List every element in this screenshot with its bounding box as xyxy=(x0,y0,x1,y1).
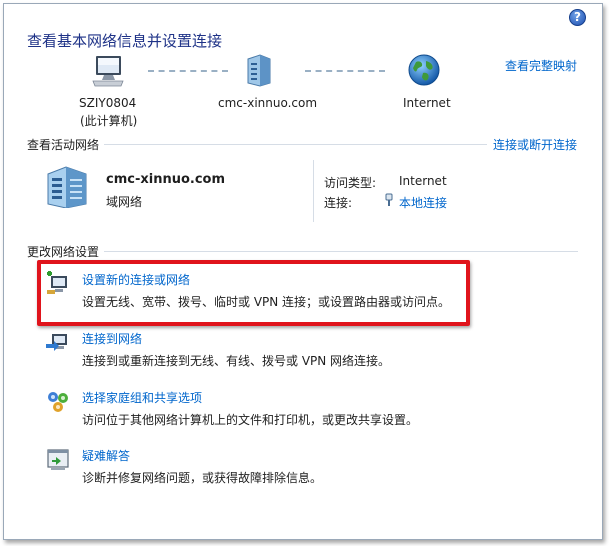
connect-network-icon xyxy=(46,334,67,351)
computer-name: SZIY0804 xyxy=(79,96,137,110)
change-settings-header: 更改网络设置 xyxy=(27,245,100,259)
active-networks-rule xyxy=(104,144,487,145)
task-connect-network-desc: 连接到或重新连接到无线、有线、拨号或 VPN 网络连接。 xyxy=(82,354,391,368)
task-homegroup-desc: 访问位于其他网络计算机上的文件和打印机，或更改共享设置。 xyxy=(82,413,419,427)
ethernet-icon xyxy=(385,193,393,206)
task-connect-network-link[interactable]: 连接到网络 xyxy=(82,330,142,347)
homegroup-icon xyxy=(48,392,68,412)
page-title: 查看基本网络信息并设置连接 xyxy=(27,32,223,50)
active-networks-header: 查看活动网络 xyxy=(27,138,100,152)
full-map-link[interactable]: 查看完整映射 xyxy=(505,57,577,74)
task-troubleshoot-link[interactable]: 疑难解答 xyxy=(82,447,130,464)
globe-icon[interactable] xyxy=(407,53,441,87)
map-link-2 xyxy=(305,70,385,72)
computer-icon[interactable] xyxy=(91,55,125,87)
network-icon[interactable] xyxy=(245,53,273,87)
local-connection-link[interactable]: 本地连接 xyxy=(399,194,447,211)
map-link-1 xyxy=(148,70,228,72)
connections-label: 连接: xyxy=(324,196,353,210)
active-network-name: cmc-xinnuo.com xyxy=(106,172,226,187)
red-highlight-box xyxy=(37,260,470,326)
computer-sub: (此计算机) xyxy=(80,114,138,128)
access-type-label: 访问类型: xyxy=(324,176,377,190)
network-map-name: cmc-xinnuo.com xyxy=(218,96,318,110)
task-homegroup-link[interactable]: 选择家庭组和共享选项 xyxy=(82,389,202,406)
connect-disconnect-link[interactable]: 连接或断开连接 xyxy=(493,136,577,153)
active-network-type: 域网络 xyxy=(106,195,143,209)
access-type-value: Internet xyxy=(399,174,447,188)
active-network-divider xyxy=(313,160,314,222)
change-settings-rule xyxy=(104,251,578,252)
building-network-icon xyxy=(47,166,87,208)
internet-label: Internet xyxy=(403,96,451,110)
troubleshoot-icon xyxy=(47,449,69,470)
help-icon[interactable]: ? xyxy=(569,9,586,26)
task-troubleshoot-desc: 诊断并修复网络问题，或获得故障排除信息。 xyxy=(82,471,323,485)
